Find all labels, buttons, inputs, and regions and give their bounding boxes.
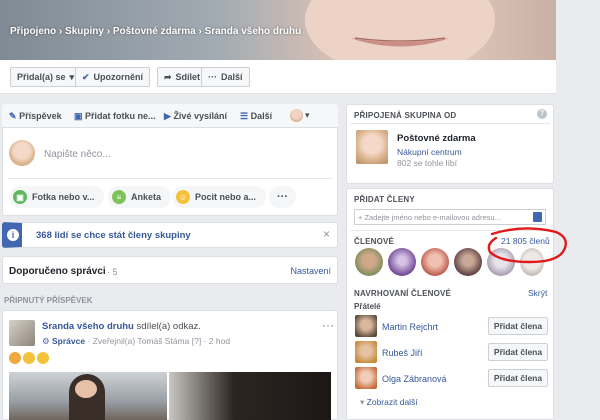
members-header: ČLENOVÉ (354, 237, 395, 246)
settings-link[interactable]: Nastavení (290, 266, 331, 276)
breadcrumb: Připojeno › Skupiny › Poštovné zdarma › … (10, 26, 301, 37)
share-button[interactable]: ➦ Sdílet (157, 67, 208, 87)
smiley-icon: ☺ (176, 190, 190, 204)
composer-input[interactable]: Napište něco... (44, 149, 111, 160)
breadcrumb-item[interactable]: Skupiny (65, 26, 104, 37)
smiley-icon (23, 352, 35, 364)
angry-face-icon (9, 352, 21, 364)
admin-badge-icon: ⚙ (42, 336, 50, 346)
breadcrumb-separator: › (106, 26, 111, 37)
breadcrumb-item[interactable]: Připojeno (10, 26, 56, 37)
poll-icon: ≡ (112, 190, 126, 204)
member-avatar[interactable] (355, 248, 383, 276)
red-circle-annotation (487, 227, 567, 264)
add-members-header: PŘIDAT ČLENY (354, 195, 415, 204)
post-action: sdílel(a) odkaz. (136, 321, 201, 332)
info-icon: i (7, 229, 19, 241)
suggested-members-header: NAVRHOVANÍ ČLENOVÉ (354, 289, 452, 298)
linked-group-header: PŘIPOJENÁ SKUPINA OD (354, 111, 457, 120)
laughing-face-icon (37, 352, 49, 364)
emoji-row (9, 352, 49, 364)
post-time[interactable]: 2 hod (209, 336, 230, 346)
post-image-right[interactable] (169, 372, 331, 420)
friends-label: Přátelé (354, 302, 381, 311)
poll-chip[interactable]: ≡ Anketa (108, 186, 172, 208)
close-icon[interactable]: × (323, 227, 330, 241)
more-button[interactable]: ··· Další (201, 67, 250, 87)
add-member-input[interactable]: + Zadejte jméno nebo e-mailovou adresu..… (354, 209, 546, 225)
photo-video-chip[interactable]: ▣ Fotka nebo v... (9, 186, 105, 208)
linked-group-category[interactable]: Nákupní centrum (397, 147, 462, 157)
pencil-icon: ✎ (9, 111, 17, 121)
meta-separator: · (87, 336, 91, 346)
meta-separator: · (203, 336, 207, 346)
avatar (290, 109, 303, 122)
avatar[interactable] (9, 320, 35, 346)
checkmark-icon: ✔ (82, 71, 90, 82)
avatar[interactable] (355, 315, 377, 337)
suggested-member-name[interactable]: Rubeš Jiří (382, 348, 423, 358)
membership-requests-text[interactable]: 368 lidí se chce stát členy skupiny (36, 230, 191, 241)
composer-profile-switcher[interactable]: ▾ (290, 109, 310, 122)
contact-book-icon (533, 212, 542, 222)
linked-divider (350, 123, 550, 124)
suggested-member-name[interactable]: Olga Zábranová (382, 374, 447, 384)
member-avatar[interactable] (388, 248, 416, 276)
add-member-button[interactable]: Přidat člena (488, 343, 548, 361)
recommended-count: · 5 (107, 267, 118, 277)
add-member-button[interactable]: Přidat člena (488, 317, 548, 335)
member-avatar[interactable] (454, 248, 482, 276)
post-meta: ⚙ Správce · Zveřejnil(a) Tomáš Stáma [?]… (42, 336, 230, 347)
hide-suggestions-link[interactable]: Skrýt (528, 288, 547, 298)
tab-add-photo[interactable]: ▣ Přidat fotku ne... (74, 111, 156, 122)
breadcrumb-item[interactable]: Sranda všeho druhu (205, 26, 302, 37)
breadcrumb-separator: › (198, 26, 202, 37)
composer-divider (8, 178, 332, 179)
linked-group-likes: 802 se tohle líbí (397, 158, 458, 168)
chevron-down-icon: ▾ (360, 397, 365, 407)
add-member-button[interactable]: Přidat člena (488, 369, 548, 387)
more-options-chip[interactable]: ··· (269, 186, 296, 208)
help-icon[interactable]: ? (537, 109, 547, 119)
more-dots-icon: ··· (208, 72, 217, 82)
share-arrow-icon: ➦ (164, 71, 172, 82)
post-menu-icon[interactable]: ··· (322, 318, 334, 332)
member-avatar[interactable] (421, 248, 449, 276)
video-camera-icon: ▶ (164, 111, 171, 121)
chevron-down-icon: ▾ (305, 110, 310, 120)
chevron-down-icon: ▾ (69, 71, 75, 82)
tab-post[interactable]: ✎ Příspěvek (9, 111, 62, 122)
tab-live-video[interactable]: ▶ Živé vysílání (164, 111, 227, 122)
avatar[interactable] (355, 367, 377, 389)
show-more-link[interactable]: ▾ Zobrazit další (360, 397, 418, 408)
breadcrumb-separator: › (58, 26, 63, 37)
list-icon: ☰ (240, 111, 249, 121)
linked-group-name[interactable]: Poštovné zdarma (397, 133, 476, 144)
pinned-header: PŘIPNUTÝ PŘÍSPĚVEK (4, 296, 93, 305)
suggested-member-name[interactable]: Martin Rejchrt (382, 322, 438, 332)
recommended-section: Doporučeno správci · 5 Nastavení (2, 256, 338, 284)
published-by[interactable]: Zveřejnil(a) Tomáš Stáma [?] (93, 336, 202, 346)
more-dots-icon: ··· (277, 191, 288, 203)
photo-icon: ▣ (13, 190, 27, 204)
membership-requests-banner[interactable]: i 368 lidí se chce stát členy skupiny × (2, 222, 338, 248)
notifications-button[interactable]: ✔ Upozornění (75, 67, 151, 87)
post-image-left[interactable] (9, 372, 167, 420)
joined-button[interactable]: Přidal(a) se ▾ (10, 67, 82, 87)
avatar[interactable] (355, 341, 377, 363)
recommended-title: Doporučeno správci (9, 266, 106, 277)
photo-icon: ▣ (74, 111, 83, 121)
tab-more[interactable]: ☰ Další (240, 111, 272, 122)
post-author-line: Sranda všeho druhu sdílel(a) odkaz. (42, 321, 201, 332)
admin-badge: Správce (52, 336, 86, 346)
feeling-chip[interactable]: ☺ Pocit nebo a... (172, 186, 267, 208)
avatar (9, 140, 35, 166)
post-author[interactable]: Sranda všeho druhu (42, 321, 134, 332)
avatar[interactable] (356, 130, 388, 164)
breadcrumb-item[interactable]: Poštovné zdarma (113, 26, 196, 37)
